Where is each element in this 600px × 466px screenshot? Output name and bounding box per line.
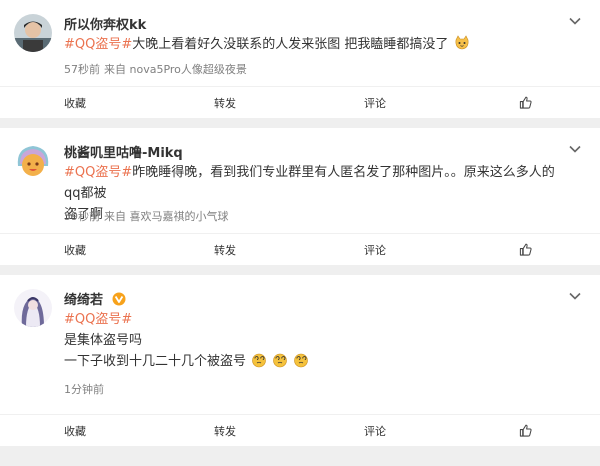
action-bar: 收藏 转发 评论 [0, 233, 600, 265]
dizzy-face-emoji [273, 353, 288, 368]
thumbs-up-icon [519, 96, 532, 109]
weibo-feed: 所以你奔权kk #QQ盗号#大晚上看着好久没联系的人发来张图 把我瞌睡都搞没了 … [0, 0, 600, 446]
like-button[interactable] [450, 87, 600, 118]
timestamp[interactable]: 59秒前 [64, 210, 100, 223]
post-source[interactable]: 来自 nova5Pro人像超级夜景 [104, 63, 247, 76]
post-content: #QQ盗号#大晚上看着好久没联系的人发来张图 把我瞌睡都搞没了 [64, 34, 560, 55]
post-text: 昨晚睡得晚，看到我们专业群里有人匿名发了那种图片。。原来这么多人的qq都被 [64, 165, 555, 201]
username[interactable]: 桃酱叽里咕噜-Mikq [64, 142, 183, 161]
username-text[interactable]: 绮绮若 [64, 293, 103, 308]
post-card: 桃酱叽里咕噜-Mikq #QQ盗号#昨晚睡得晚，看到我们专业群里有人匿名发了那种… [0, 128, 600, 265]
username[interactable]: 所以你奔权kk [64, 14, 146, 33]
post-card: 绮绮若 #QQ盗号# 是集体盗号吗 一下子收到十几二十几个被盗号 1分钟前 收藏… [0, 275, 600, 446]
timestamp[interactable]: 57秒前 [64, 63, 100, 76]
post-card: 所以你奔权kk #QQ盗号#大晚上看着好久没联系的人发来张图 把我瞌睡都搞没了 … [0, 0, 600, 118]
post-meta: 59秒前 来自 喜欢马嘉祺的小气球 [64, 208, 229, 224]
collect-button[interactable]: 收藏 [0, 87, 150, 118]
comment-button[interactable]: 评论 [300, 234, 450, 265]
hashtag-link[interactable]: #QQ盗号# [64, 37, 132, 52]
hashtag-link[interactable]: #QQ盗号# [64, 165, 132, 180]
chevron-down-icon[interactable] [568, 142, 582, 156]
collect-button[interactable]: 收藏 [0, 234, 150, 265]
cat-face-emoji [455, 35, 468, 50]
timestamp[interactable]: 1分钟前 [64, 383, 104, 396]
avatar[interactable] [14, 289, 52, 327]
repost-button[interactable]: 转发 [150, 415, 300, 446]
chevron-down-icon[interactable] [568, 14, 582, 28]
chevron-down-icon[interactable] [568, 289, 582, 303]
thumbs-up-icon [519, 243, 532, 256]
repost-button[interactable]: 转发 [150, 87, 300, 118]
verified-badge-icon [112, 292, 126, 306]
dizzy-face-emoji [252, 353, 266, 368]
repost-button[interactable]: 转发 [150, 234, 300, 265]
post-source[interactable]: 来自 喜欢马嘉祺的小气球 [104, 210, 229, 223]
hashtag-link[interactable]: #QQ盗号# [64, 309, 560, 330]
thumbs-up-icon [519, 424, 532, 437]
action-bar: 收藏 转发 评论 [0, 86, 600, 118]
comment-button[interactable]: 评论 [300, 415, 450, 446]
post-meta: 57秒前 来自 nova5Pro人像超级夜景 [64, 61, 247, 77]
action-bar: 收藏 转发 评论 [0, 414, 600, 446]
username: 绮绮若 [64, 289, 126, 308]
dizzy-face-emoji [294, 353, 309, 368]
post-text: 一下子收到十几二十几个被盗号 [64, 354, 247, 369]
comment-button[interactable]: 评论 [300, 87, 450, 118]
post-text: 是集体盗号吗 [64, 333, 143, 348]
like-button[interactable] [450, 234, 600, 265]
avatar[interactable] [14, 142, 52, 180]
collect-button[interactable]: 收藏 [0, 415, 150, 446]
avatar[interactable] [14, 14, 52, 52]
like-button[interactable] [450, 415, 600, 446]
post-text: 大晚上看着好久没联系的人发来张图 把我瞌睡都搞没了 [132, 37, 449, 52]
post-content: #QQ盗号# 是集体盗号吗 一下子收到十几二十几个被盗号 [64, 309, 560, 372]
post-meta: 1分钟前 [64, 381, 104, 397]
